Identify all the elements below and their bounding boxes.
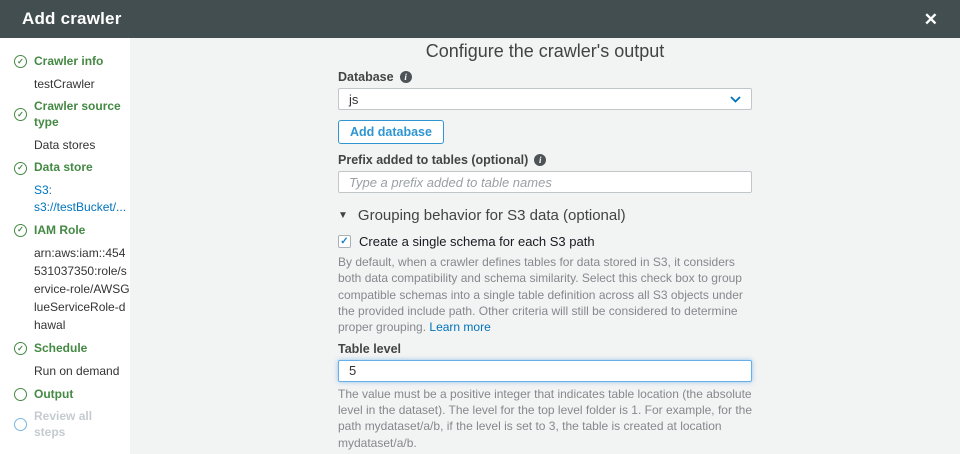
modal-title: Add crawler [22,9,122,29]
single-schema-checkbox-label: Create a single schema for each S3 path [359,234,595,249]
sidebar-step-data-store[interactable]: ✓ Data store S3: s3://testBucket/... [14,160,124,215]
step-label[interactable]: Crawler info [34,54,103,70]
prefix-input[interactable] [338,171,752,193]
step-complete-icon: ✓ [14,162,27,175]
info-icon[interactable]: i [534,154,546,166]
modal-header: Add crawler ✕ [0,0,960,38]
step-label: Review all steps [34,409,124,440]
sidebar-step-iam-role[interactable]: ✓ IAM Role arn:aws:iam::454531037350:rol… [14,223,124,335]
step-complete-icon: ✓ [14,224,27,237]
step-current-icon [14,388,27,401]
close-icon[interactable]: ✕ [924,11,938,28]
step-value-schedule: Run on demand [34,363,124,380]
triangle-down-icon: ▼ [338,211,348,221]
page-title: Configure the crawler's output [338,38,752,61]
main-panel: Configure the crawler's output Database … [130,38,960,454]
checkbox-checked-icon[interactable]: ✓ [338,235,351,248]
step-complete-icon: ✓ [14,108,27,121]
prefix-label: Prefix added to tables (optional) i [338,153,752,167]
step-label[interactable]: Data store [34,160,93,176]
table-level-input[interactable] [338,360,752,382]
step-label[interactable]: Crawler source type [34,99,124,130]
add-crawler-modal: Add crawler ✕ ✓ Crawler info testCrawler… [0,0,960,454]
sidebar-step-crawler-info[interactable]: ✓ Crawler info testCrawler [14,54,124,92]
table-level-help-text: The value must be a positive integer tha… [338,386,752,451]
step-label[interactable]: IAM Role [34,223,85,239]
step-label[interactable]: Schedule [34,341,87,357]
grouping-section-toggle[interactable]: ▼ Grouping behavior for S3 data (optiona… [338,207,752,224]
step-value-s3-path-link[interactable]: S3: s3://testBucket/... [34,182,124,216]
sidebar-step-schedule[interactable]: ✓ Schedule Run on demand [14,341,124,379]
learn-more-link[interactable]: Learn more [429,320,490,334]
step-value-iam-role-arn: arn:aws:iam::454531037350:role/service-r… [34,244,132,334]
step-value-source-type: Data stores [34,137,124,154]
grouping-description: By default, when a crawler defines table… [338,254,752,336]
sidebar-step-crawler-source-type[interactable]: ✓ Crawler source type Data stores [14,99,124,153]
table-level-label: Table level [338,342,752,356]
sidebar-step-review-all-steps: Review all steps [14,409,124,440]
sidebar-step-output[interactable]: Output [14,387,124,403]
wizard-steps-sidebar: ✓ Crawler info testCrawler ✓ Crawler sou… [0,38,130,454]
step-complete-icon: ✓ [14,342,27,355]
step-upcoming-icon [14,418,27,431]
database-select[interactable]: js [338,88,752,110]
add-database-button[interactable]: Add database [338,120,444,144]
chevron-down-icon [730,96,741,103]
single-schema-checkbox-row[interactable]: ✓ Create a single schema for each S3 pat… [338,234,752,249]
database-selected-value: js [349,92,358,107]
step-value-crawler-name: testCrawler [34,76,124,93]
step-complete-icon: ✓ [14,55,27,68]
info-icon[interactable]: i [400,71,412,83]
database-label: Database i [338,70,752,84]
grouping-section-title: Grouping behavior for S3 data (optional) [358,207,626,224]
step-label[interactable]: Output [34,387,73,403]
